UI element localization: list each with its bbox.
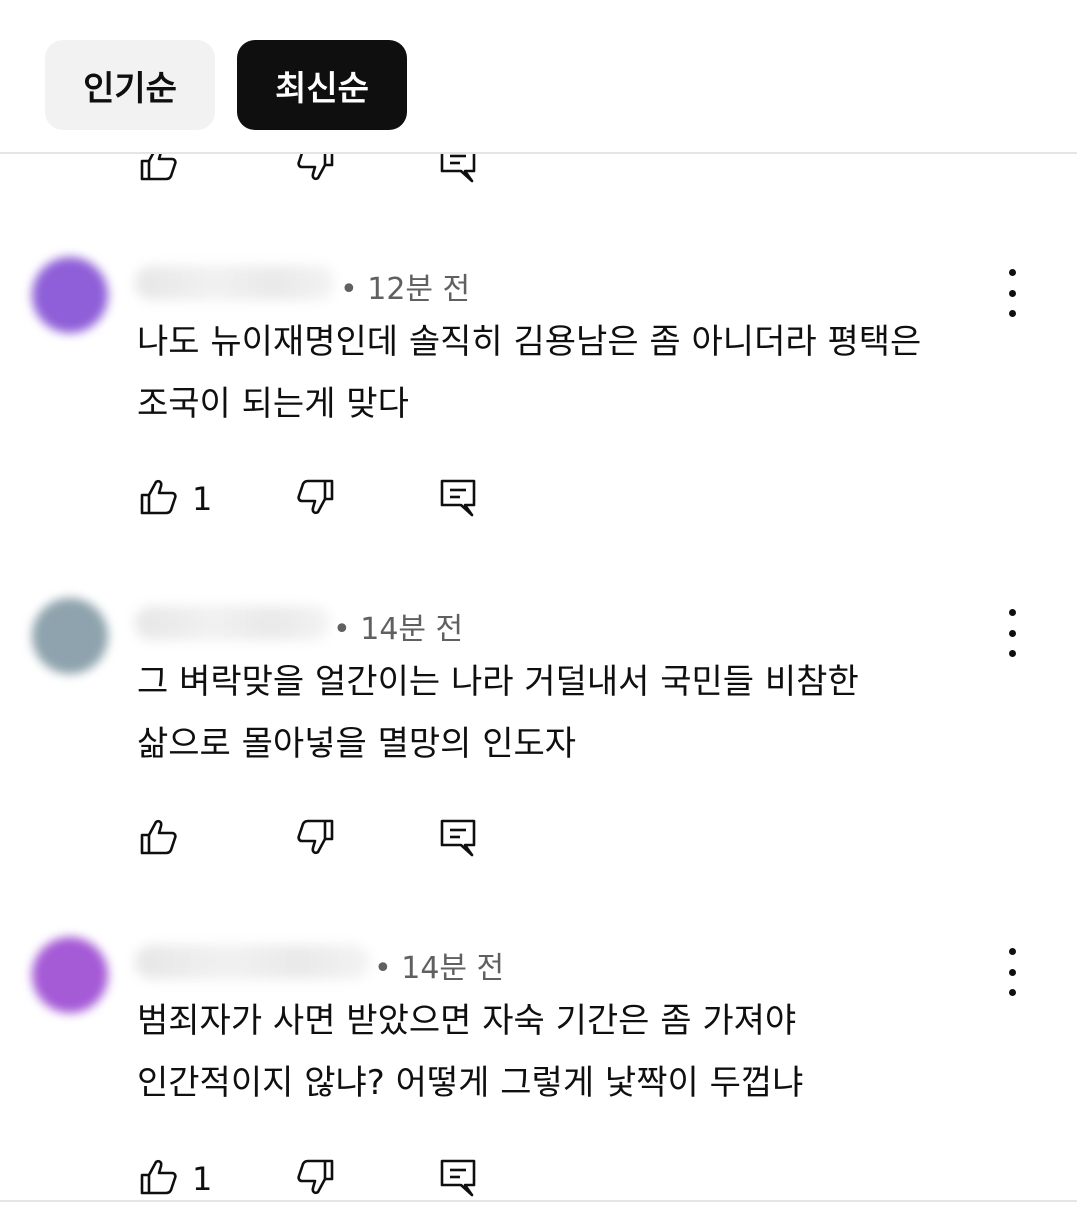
more-vertical-icon[interactable] <box>992 269 1032 317</box>
thumbs-down-icon[interactable] <box>295 1156 337 1198</box>
sort-newest-chip[interactable]: 최신순 <box>237 40 407 130</box>
comment-reply-icon[interactable] <box>437 1156 479 1198</box>
thumbs-down-icon[interactable] <box>295 816 337 858</box>
comment-text-line: 범죄자가 사면 받았으면 자숙 기간은 좀 가져야 <box>137 1001 797 1041</box>
comment-text-line: 나도 뉴이재명인데 솔직히 김용남은 좀 아니더라 평택은 <box>137 322 922 362</box>
avatar[interactable] <box>32 937 108 1013</box>
username-blurred[interactable] <box>135 606 330 640</box>
comment-timestamp: • 12분 전 <box>340 272 471 307</box>
sort-popular-chip[interactable]: 인기순 <box>45 40 215 130</box>
thumbs-down-icon[interactable] <box>295 476 337 518</box>
comment-timestamp: • 14분 전 <box>374 951 505 986</box>
comment-actions: 1 <box>0 1156 1077 1206</box>
comment-actions <box>0 816 1077 866</box>
comment-sort-bar: 인기순 최신순 <box>0 0 1077 154</box>
thumbs-up-icon[interactable] <box>137 816 179 858</box>
username-blurred[interactable] <box>135 266 335 300</box>
comment-reply-icon[interactable] <box>437 816 479 858</box>
avatar[interactable] <box>32 257 108 333</box>
comment-text-line: 삶으로 몰아넣을 멸망의 인도자 <box>137 724 577 764</box>
like-count: 1 <box>192 1160 213 1198</box>
avatar[interactable] <box>32 598 108 674</box>
comment-actions: 1 <box>0 476 1077 526</box>
comment-text-line: 그 벼락맞을 얼간이는 나라 거덜내서 국민들 비참한 <box>137 662 859 702</box>
comment-text-line: 조국이 되는게 맞다 <box>137 384 409 424</box>
like-count: 1 <box>192 480 213 518</box>
comment-reply-icon[interactable] <box>437 476 479 518</box>
comment-text-line: 인간적이지 않냐? 어떻게 그렇게 낯짝이 두껍냐 <box>137 1063 804 1103</box>
more-vertical-icon[interactable] <box>992 609 1032 657</box>
more-vertical-icon[interactable] <box>992 948 1032 996</box>
comment-timestamp: • 14분 전 <box>333 612 464 647</box>
thumbs-up-icon[interactable] <box>137 476 179 518</box>
thumbs-up-icon[interactable] <box>137 1156 179 1198</box>
bottom-divider <box>0 1200 1077 1202</box>
username-blurred[interactable] <box>135 945 370 979</box>
